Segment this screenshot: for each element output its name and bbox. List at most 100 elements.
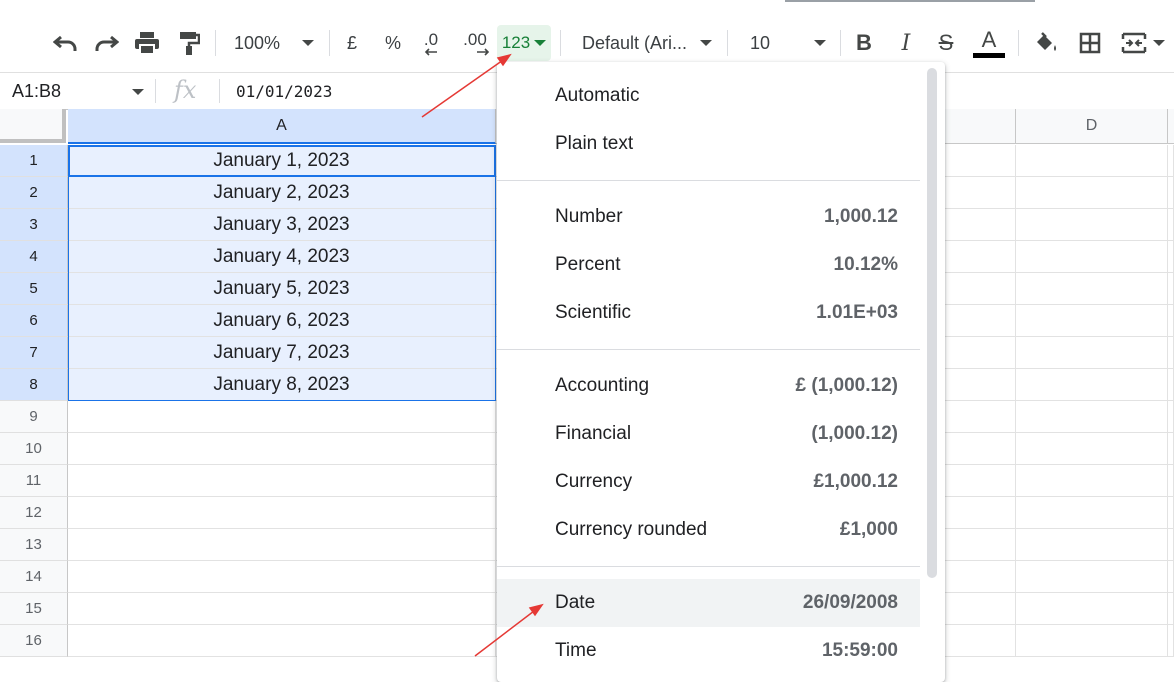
cell-d10[interactable] [1016,433,1168,465]
cell-a10[interactable] [68,433,496,465]
cell-a12[interactable] [68,497,496,529]
row-header-7[interactable]: 7 [0,337,68,369]
bold-button[interactable]: B [848,22,880,64]
cell-a4[interactable]: January 4, 2023 [68,241,496,273]
row-header-14[interactable]: 14 [0,561,68,593]
font-size-select[interactable]: 10 [742,22,832,64]
row-header-10[interactable]: 10 [0,433,68,465]
format-option-accounting[interactable]: Accounting £ (1,000.12) [497,362,920,410]
format-option-date[interactable]: Date 26/09/2008 [497,579,920,627]
cell-d4[interactable] [1016,241,1168,273]
row-header-15[interactable]: 15 [0,593,68,625]
format-option-plain-text[interactable]: Plain text [497,120,920,168]
row-header-8[interactable]: 8 [0,369,68,401]
cell-d11[interactable] [1016,465,1168,497]
row-header-13[interactable]: 13 [0,529,68,561]
cell-d9[interactable] [1016,401,1168,433]
row-header-4[interactable]: 4 [0,241,68,273]
row-header-12[interactable]: 12 [0,497,68,529]
cell-e14[interactable] [1168,561,1174,593]
cell-d15[interactable] [1016,593,1168,625]
format-option-automatic[interactable]: Automatic [497,72,920,120]
cell-e5[interactable] [1168,273,1174,305]
cell-d7[interactable] [1016,337,1168,369]
cell-a5[interactable]: January 5, 2023 [68,273,496,305]
cell-e7[interactable] [1168,337,1174,369]
strikethrough-button[interactable]: S [930,22,962,64]
formula-input[interactable]: 01/01/2023 [236,82,332,101]
cell-e1[interactable] [1168,145,1174,177]
cell-a2[interactable]: January 2, 2023 [68,177,496,209]
cell-e10[interactable] [1168,433,1174,465]
italic-button[interactable]: I [890,22,922,64]
zoom-select[interactable]: 100% [226,22,322,64]
cell-a9[interactable] [68,401,496,433]
undo-button[interactable] [48,22,84,64]
column-header-d[interactable]: D [1016,109,1168,144]
currency-format-button[interactable]: £ [336,22,368,64]
cell-d2[interactable] [1016,177,1168,209]
cell-e8[interactable] [1168,369,1174,401]
format-option-percent[interactable]: Percent 10.12% [497,241,920,289]
cell-a6[interactable]: January 6, 2023 [68,305,496,337]
chevron-down-icon[interactable] [132,89,144,95]
cell-e2[interactable] [1168,177,1174,209]
cell-d16[interactable] [1016,625,1168,657]
name-box[interactable]: A1:B8 [12,81,61,102]
cell-a13[interactable] [68,529,496,561]
cell-d13[interactable] [1016,529,1168,561]
format-option-financial[interactable]: Financial (1,000.12) [497,410,920,458]
print-button[interactable] [128,22,166,64]
more-formats-button[interactable]: 123 [497,25,551,61]
cell-e16[interactable] [1168,625,1174,657]
cell-a16[interactable] [68,625,496,657]
row-header-9[interactable]: 9 [0,401,68,433]
cell-d5[interactable] [1016,273,1168,305]
cell-d1[interactable] [1016,145,1168,177]
font-family-select[interactable]: Default (Ari... [574,22,720,64]
row-header-5[interactable]: 5 [0,273,68,305]
fill-color-button[interactable] [1028,22,1064,64]
cell-d6[interactable] [1016,305,1168,337]
cell-d14[interactable] [1016,561,1168,593]
redo-button[interactable] [88,22,124,64]
cell-a1[interactable]: January 1, 2023 [68,145,496,177]
increase-decimal-button[interactable]: .00 [456,22,494,64]
cell-e9[interactable] [1168,401,1174,433]
row-header-1[interactable]: 1 [0,145,68,177]
format-option-scientific[interactable]: Scientific 1.01E+03 [497,289,920,337]
cell-a15[interactable] [68,593,496,625]
format-option-time[interactable]: Time 15:59:00 [497,627,920,675]
cell-a7[interactable]: January 7, 2023 [68,337,496,369]
cell-a3[interactable]: January 3, 2023 [68,209,496,241]
paint-format-button[interactable] [170,22,208,64]
format-option-currency-rounded[interactable]: Currency rounded £1,000 [497,506,920,554]
row-header-11[interactable]: 11 [0,465,68,497]
decrease-decimal-button[interactable]: .0 [414,22,448,64]
text-color-button[interactable]: A [970,22,1008,64]
cell-e3[interactable] [1168,209,1174,241]
row-header-16[interactable]: 16 [0,625,68,657]
cell-d12[interactable] [1016,497,1168,529]
cell-e6[interactable] [1168,305,1174,337]
row-header-3[interactable]: 3 [0,209,68,241]
row-header-2[interactable]: 2 [0,177,68,209]
cell-e15[interactable] [1168,593,1174,625]
cell-e12[interactable] [1168,497,1174,529]
select-all-corner[interactable] [0,109,66,143]
format-option-number[interactable]: Number 1,000.12 [497,193,920,241]
format-option-currency[interactable]: Currency £1,000.12 [497,458,920,506]
merge-cells-button[interactable] [1114,22,1172,64]
row-header-6[interactable]: 6 [0,305,68,337]
cell-e13[interactable] [1168,529,1174,561]
menu-scrollbar-thumb[interactable] [927,68,937,578]
cell-e11[interactable] [1168,465,1174,497]
percent-format-button[interactable]: % [376,22,410,64]
column-header-e[interactable] [1168,109,1174,144]
cell-d8[interactable] [1016,369,1168,401]
cell-a8[interactable]: January 8, 2023 [68,369,496,401]
cell-a14[interactable] [68,561,496,593]
column-header-a[interactable]: A [68,109,496,144]
cell-e4[interactable] [1168,241,1174,273]
cell-d3[interactable] [1016,209,1168,241]
